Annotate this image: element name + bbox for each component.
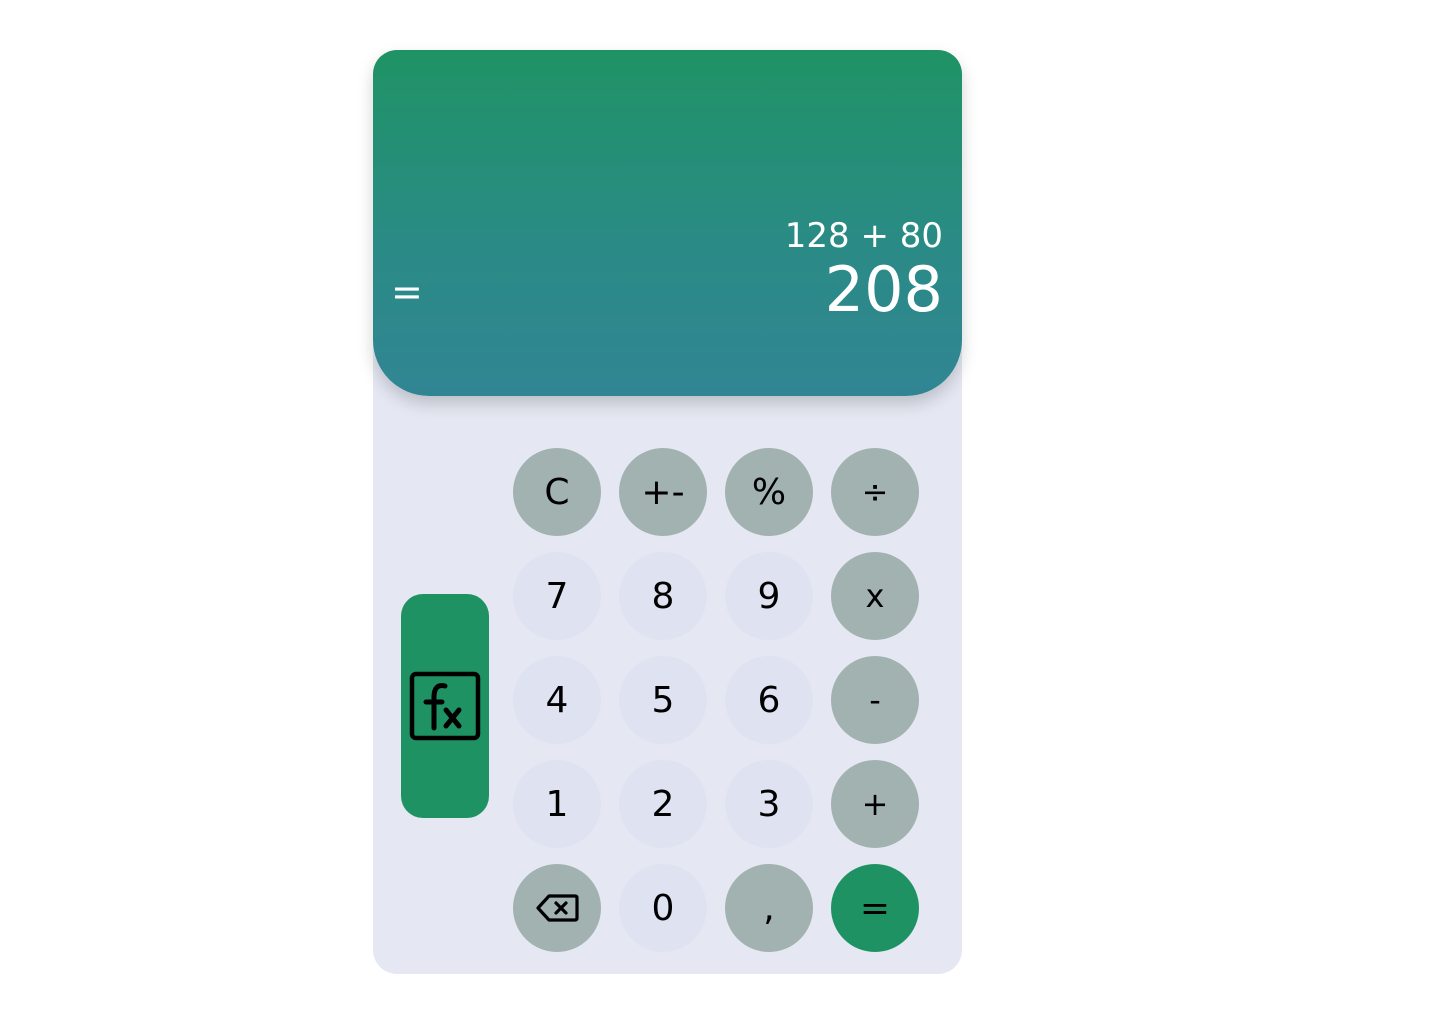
digit-1-button[interactable]: 1 [513, 760, 601, 848]
expression-text: 128 + 80 [784, 216, 943, 256]
toggle-sign-button[interactable]: +- [619, 448, 707, 536]
digit-0-button[interactable]: 0 [619, 864, 707, 952]
result-text: 208 [824, 253, 943, 326]
digit-8-button[interactable]: 8 [619, 552, 707, 640]
subtract-button[interactable]: - [831, 656, 919, 744]
digit-3-button[interactable]: 3 [725, 760, 813, 848]
multiply-button[interactable]: x [831, 552, 919, 640]
display-equals-sign: = [391, 270, 423, 314]
digit-9-button[interactable]: 9 [725, 552, 813, 640]
function-button[interactable] [401, 594, 489, 818]
digit-4-button[interactable]: 4 [513, 656, 601, 744]
digit-6-button[interactable]: 6 [725, 656, 813, 744]
calculator-display: = 128 + 80 208 [373, 50, 962, 396]
digit-7-button[interactable]: 7 [513, 552, 601, 640]
digit-2-button[interactable]: 2 [619, 760, 707, 848]
digit-5-button[interactable]: 5 [619, 656, 707, 744]
backspace-icon [536, 894, 579, 922]
equals-button[interactable]: = [831, 864, 919, 952]
add-button[interactable]: + [831, 760, 919, 848]
function-fx-icon [409, 671, 481, 741]
clear-button[interactable]: C [513, 448, 601, 536]
decimal-button[interactable]: , [725, 864, 813, 952]
keypad: C +- % ÷ 7 8 9 x 4 5 6 - 1 2 3 + 0 , = [513, 448, 919, 952]
percent-button[interactable]: % [725, 448, 813, 536]
backspace-button[interactable] [513, 864, 601, 952]
calculator: = 128 + 80 208 C +- % ÷ 7 8 9 x 4 5 6 - … [373, 50, 962, 974]
divide-button[interactable]: ÷ [831, 448, 919, 536]
